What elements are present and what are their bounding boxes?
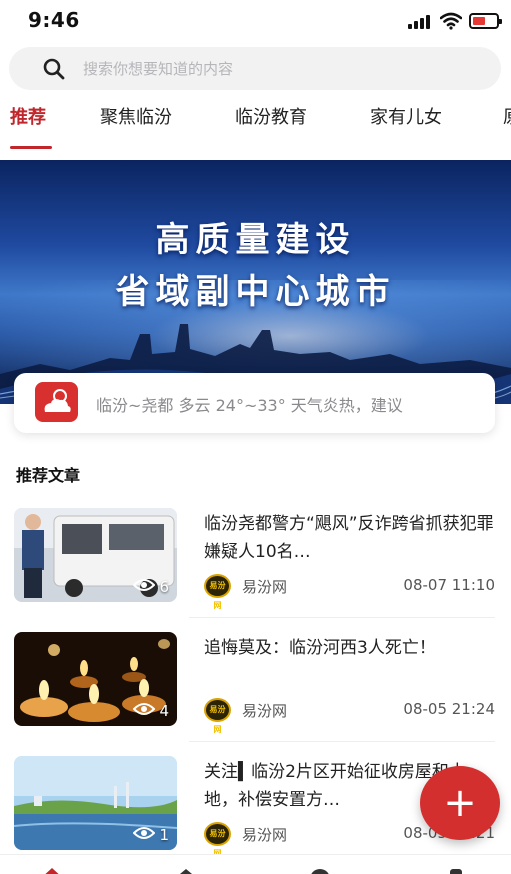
tab-family-kids[interactable]: 家有儿女 bbox=[370, 106, 442, 136]
view-count: 1 bbox=[133, 826, 169, 844]
status-time: 9:46 bbox=[28, 8, 80, 32]
add-button[interactable]: + bbox=[420, 766, 500, 840]
article-title: 临汾尧都警方“飓风”反诈跨省抓获犯罪嫌疑人10名… bbox=[204, 514, 494, 562]
search-icon bbox=[43, 58, 65, 80]
service-icon[interactable] bbox=[306, 865, 334, 874]
article-source: 易汾网 bbox=[242, 702, 288, 720]
source-logo: 易汾网 bbox=[204, 574, 231, 610]
source-logo: 易汾网 bbox=[204, 698, 231, 734]
discover-icon[interactable] bbox=[172, 865, 200, 874]
home-icon[interactable] bbox=[38, 865, 66, 874]
eye-icon bbox=[133, 578, 156, 596]
tab-recommend[interactable]: 推荐 bbox=[10, 106, 46, 136]
active-tab-indicator bbox=[10, 146, 52, 149]
battery-icon bbox=[469, 13, 502, 29]
source-logo: 易汾网 bbox=[204, 822, 231, 858]
tab-focus-linfen[interactable]: 聚焦临汾 bbox=[100, 106, 172, 136]
app-screen: 9:46 推荐 聚焦临汾 临汾教育 家有儿女 原 bbox=[0, 0, 511, 874]
banner-headline-2: 省域副中心城市 bbox=[115, 272, 396, 312]
eye-icon bbox=[133, 826, 156, 844]
article-source: 易汾网 bbox=[242, 826, 288, 844]
view-count: 4 bbox=[133, 702, 169, 720]
search-bar[interactable] bbox=[9, 47, 501, 90]
article-thumbnail: 6 bbox=[14, 508, 177, 602]
divider bbox=[189, 741, 495, 742]
bottom-nav-bar bbox=[0, 854, 511, 874]
view-count-value: 4 bbox=[159, 702, 169, 720]
eye-icon bbox=[133, 702, 156, 720]
article-source: 易汾网 bbox=[242, 578, 288, 596]
article-date: 08-05 21:24 bbox=[403, 700, 495, 718]
article-date: 08-07 11:10 bbox=[403, 576, 495, 594]
banner-headline-1: 高质量建设 bbox=[155, 220, 356, 260]
profile-icon[interactable] bbox=[442, 865, 470, 874]
article-item[interactable]: 4 追悔莫及：临汾河西3人死亡！ 易汾网 易汾网 08-05 21:24 bbox=[14, 632, 495, 734]
view-count: 6 bbox=[133, 578, 169, 596]
view-count-value: 1 bbox=[159, 826, 169, 844]
weather-cloudy-icon bbox=[35, 382, 78, 422]
category-tabs: 推荐 聚焦临汾 临汾教育 家有儿女 原 bbox=[0, 96, 511, 148]
weather-summary: 临汾~尧都 多云 24°~33° 天气炎热，建议 bbox=[96, 396, 403, 415]
article-thumbnail: 1 bbox=[14, 756, 177, 850]
tab-linfen-education[interactable]: 临汾教育 bbox=[235, 106, 307, 136]
cellular-signal-icon bbox=[408, 15, 432, 29]
section-title: 推荐文章 bbox=[16, 466, 81, 485]
divider bbox=[189, 617, 495, 618]
weather-card[interactable]: 临汾~尧都 多云 24°~33° 天气炎热，建议 bbox=[14, 373, 495, 433]
status-bar: 9:46 bbox=[0, 0, 511, 44]
article-thumbnail: 4 bbox=[14, 632, 177, 726]
article-item[interactable]: 6 临汾尧都警方“飓风”反诈跨省抓获犯罪嫌疑人10名… 易汾网 易汾网 08-0… bbox=[14, 508, 495, 610]
tab-more[interactable]: 原 bbox=[503, 106, 511, 136]
banner-carousel[interactable]: 高质量建设 省域副中心城市 bbox=[0, 160, 511, 404]
wifi-icon bbox=[440, 12, 462, 30]
article-title: 追悔莫及：临汾河西3人死亡！ bbox=[204, 638, 436, 658]
view-count-value: 6 bbox=[159, 578, 169, 596]
search-input[interactable] bbox=[83, 54, 463, 84]
